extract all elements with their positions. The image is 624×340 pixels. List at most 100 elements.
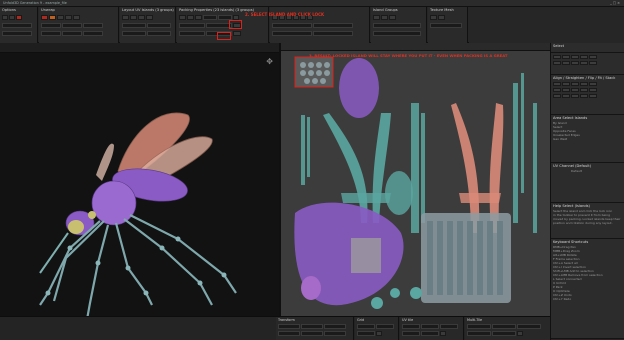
move-icon[interactable]: ✥ <box>266 57 273 66</box>
pack-button[interactable] <box>179 15 186 20</box>
grid-icon[interactable] <box>376 331 382 336</box>
section-uv-channel: UV Channel (Default) Default <box>551 163 624 203</box>
uv-channel-value[interactable]: Default <box>553 169 622 173</box>
grid-field[interactable] <box>376 324 394 329</box>
unwrap-field[interactable] <box>62 31 82 36</box>
island-group-field[interactable] <box>373 23 421 28</box>
texture-field[interactable] <box>430 23 462 28</box>
align-button[interactable] <box>571 82 579 86</box>
tool-field[interactable] <box>272 23 312 28</box>
pack-option-button[interactable] <box>233 31 241 36</box>
weld-button[interactable] <box>49 15 56 20</box>
texture-button[interactable] <box>430 15 437 20</box>
transform-field[interactable] <box>278 324 300 329</box>
transform-field[interactable] <box>324 331 346 336</box>
unwrap-button[interactable] <box>57 15 64 20</box>
group-label: Packing Properties (23 islands) (3 group… <box>179 8 254 12</box>
cut-button[interactable] <box>41 15 48 20</box>
align-button[interactable] <box>589 88 597 92</box>
window-controls[interactable]: _ □ × <box>610 1 620 5</box>
align-button[interactable] <box>571 94 579 98</box>
options-button[interactable] <box>2 15 8 20</box>
select-tool-button[interactable] <box>589 55 597 59</box>
select-tool-button[interactable] <box>562 61 570 65</box>
transform-field[interactable] <box>324 324 346 329</box>
transform-field[interactable] <box>278 331 300 336</box>
island-group-button[interactable] <box>381 15 388 20</box>
uv-tile-field[interactable] <box>421 331 439 336</box>
select-tool-button[interactable] <box>589 61 597 65</box>
multi-tile-field[interactable] <box>517 324 541 329</box>
pack-field[interactable] <box>179 31 205 36</box>
layout-field[interactable] <box>147 31 171 36</box>
align-button[interactable] <box>580 82 588 86</box>
island-group-button[interactable] <box>389 15 396 20</box>
tool-field[interactable] <box>313 31 353 36</box>
layout-field[interactable] <box>122 23 146 28</box>
align-button[interactable] <box>553 88 561 92</box>
select-tool-button[interactable] <box>580 61 588 65</box>
select-tool-button[interactable] <box>553 55 561 59</box>
island-group-button[interactable] <box>373 15 380 20</box>
layout-field[interactable] <box>122 31 146 36</box>
uv-tile-field[interactable] <box>402 331 420 336</box>
select-tool-button[interactable] <box>580 55 588 59</box>
grid-field[interactable] <box>357 324 375 329</box>
layout-button[interactable] <box>122 15 129 20</box>
unwrap-button[interactable] <box>73 15 80 20</box>
tool-field[interactable] <box>272 31 312 36</box>
pack-field[interactable] <box>179 23 205 28</box>
align-button[interactable] <box>589 82 597 86</box>
tool-field[interactable] <box>313 23 353 28</box>
align-button[interactable] <box>580 94 588 98</box>
pack-field[interactable] <box>203 15 217 20</box>
align-button[interactable] <box>562 94 570 98</box>
options-field[interactable] <box>2 31 32 36</box>
unwrap-field[interactable] <box>83 23 103 28</box>
island-group-field[interactable] <box>373 31 421 36</box>
unwrap-field[interactable] <box>41 31 61 36</box>
align-button[interactable] <box>571 88 579 92</box>
transform-field[interactable] <box>301 324 323 329</box>
tile-icon[interactable] <box>440 331 446 336</box>
option-line[interactable]: Geo Weld <box>553 137 622 141</box>
grid-field[interactable] <box>357 331 375 336</box>
multi-tile-field[interactable] <box>492 324 516 329</box>
texture-button[interactable] <box>438 15 445 20</box>
layout-button[interactable] <box>138 15 145 20</box>
align-button[interactable] <box>562 88 570 92</box>
align-button[interactable] <box>553 82 561 86</box>
multi-tile-field[interactable] <box>467 324 491 329</box>
align-button[interactable] <box>562 82 570 86</box>
select-tool-button[interactable] <box>571 61 579 65</box>
unwrap-field[interactable] <box>62 23 82 28</box>
options-field[interactable] <box>2 23 32 28</box>
uv-viewport[interactable]: 3. RESULT: LOCKED ISLAND WILL STAY WHERE… <box>279 43 550 316</box>
pack-button[interactable] <box>187 15 194 20</box>
select-tool-button[interactable] <box>571 55 579 59</box>
select-tool-button[interactable] <box>553 61 561 65</box>
unwrap-button[interactable] <box>65 15 72 20</box>
layout-button[interactable] <box>146 15 153 20</box>
layout-button[interactable] <box>130 15 137 20</box>
align-button[interactable] <box>553 94 561 98</box>
uv-tile-field[interactable] <box>421 324 439 329</box>
align-button[interactable] <box>589 94 597 98</box>
select-tool-button[interactable] <box>562 55 570 59</box>
zoom-icon[interactable] <box>517 331 523 336</box>
options-button[interactable] <box>9 15 15 20</box>
uv-tile-field[interactable] <box>440 324 458 329</box>
pack-button[interactable] <box>195 15 202 20</box>
multi-tile-field[interactable] <box>467 331 491 336</box>
layout-field[interactable] <box>147 23 171 28</box>
align-button[interactable] <box>580 88 588 92</box>
toolbar-group-texture-mesh: Texture Mesh <box>428 7 468 43</box>
unwrap-field[interactable] <box>41 23 61 28</box>
group-label: Grid <box>357 318 365 322</box>
unwrap-field[interactable] <box>83 31 103 36</box>
uv-tile-field[interactable] <box>402 324 420 329</box>
unfold-button[interactable] <box>16 15 22 20</box>
viewport-3d[interactable]: ✥ <box>0 43 279 316</box>
transform-field[interactable] <box>301 331 323 336</box>
multi-tile-field[interactable] <box>492 331 516 336</box>
